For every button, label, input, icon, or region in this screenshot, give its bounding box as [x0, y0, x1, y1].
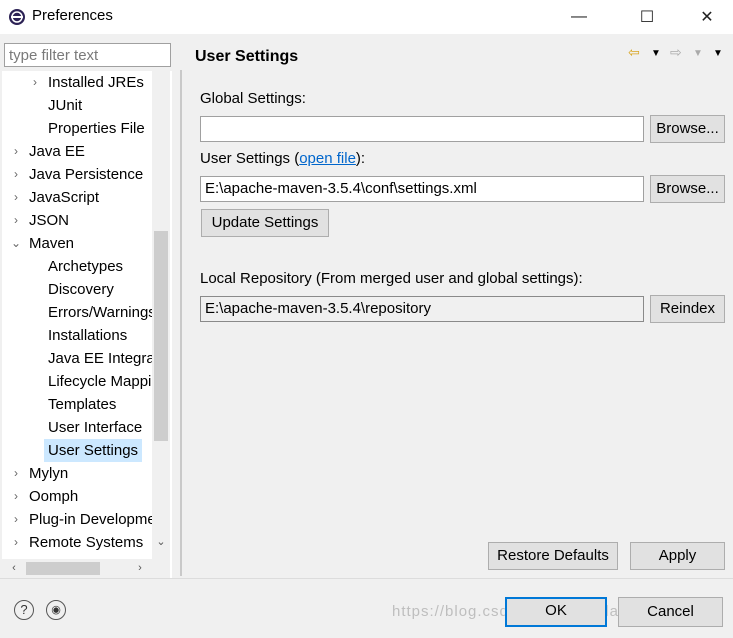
forward-menu-chevron-icon[interactable]: ▼	[693, 48, 703, 59]
collapsed-chevron-icon[interactable]: ›	[10, 209, 22, 232]
tree-item[interactable]: Installations	[2, 324, 152, 347]
filter-input[interactable]	[4, 43, 171, 67]
collapsed-chevron-icon[interactable]: ›	[10, 186, 22, 209]
tree-item-label: Archetypes	[48, 258, 124, 275]
collapsed-chevron-icon[interactable]: ›	[10, 508, 22, 531]
help-icon[interactable]: ?	[14, 600, 34, 620]
tree-item[interactable]: › JavaScript	[2, 186, 152, 209]
scroll-right-arrow-icon[interactable]: ›	[132, 559, 148, 577]
collapsed-chevron-icon[interactable]: ›	[10, 485, 22, 508]
user-settings-label: User Settings (open file):	[200, 150, 365, 167]
tree-item-label: JavaScript	[29, 189, 100, 206]
tree-item-label: Oomph	[29, 488, 79, 505]
user-settings-input[interactable]: E:\apache-maven-3.5.4\conf\settings.xml	[200, 176, 644, 202]
tree-item[interactable]: Lifecycle Mappings	[2, 370, 152, 393]
reindex-button[interactable]: Reindex	[650, 295, 725, 323]
collapsed-chevron-icon[interactable]: ›	[10, 140, 22, 163]
back-menu-chevron-icon[interactable]: ▼	[651, 48, 661, 59]
tree-item[interactable]: User Settings	[2, 439, 152, 462]
collapsed-chevron-icon[interactable]: ›	[10, 531, 22, 554]
tree-item[interactable]: › Installed JREs	[2, 71, 152, 94]
update-settings-button[interactable]: Update Settings	[201, 209, 329, 237]
tree-item[interactable]: › Java Persistence	[2, 163, 152, 186]
user-settings-label-suffix: ):	[355, 150, 366, 167]
global-browse-button[interactable]: Browse...	[650, 115, 725, 143]
expanded-chevron-icon[interactable]: ⌄	[10, 232, 22, 255]
tree-item[interactable]: Archetypes	[2, 255, 152, 278]
scroll-left-arrow-icon[interactable]: ‹	[6, 559, 22, 577]
back-arrow-icon[interactable]: ⇦	[628, 44, 640, 61]
collapsed-chevron-icon[interactable]: ›	[10, 462, 22, 485]
ok-button[interactable]: OK	[505, 597, 607, 627]
user-browse-button[interactable]: Browse...	[650, 175, 725, 203]
tree-item[interactable]: › Oomph	[2, 485, 152, 508]
tree-item[interactable]: › Mylyn	[2, 462, 152, 485]
tree-item-label: Discovery	[48, 281, 114, 298]
restore-defaults-button[interactable]: Restore Defaults	[488, 542, 618, 570]
view-menu-icon[interactable]: ▼	[713, 48, 723, 59]
vertical-scroll-thumb[interactable]	[154, 231, 168, 441]
minimize-icon[interactable]: —	[556, 0, 602, 34]
tree-item[interactable]: › JSON	[2, 209, 152, 232]
tree-item-label: Properties File	[48, 120, 145, 137]
import-export-icon[interactable]: ◉	[46, 600, 66, 620]
cancel-button[interactable]: Cancel	[618, 597, 723, 627]
tree-item-label: Maven	[29, 235, 75, 252]
tree-item[interactable]: Errors/Warnings	[2, 301, 152, 324]
preferences-tree: › Installed JREs JUnit Properties File › Java…	[2, 71, 172, 578]
maximize-icon[interactable]: ☐	[624, 0, 670, 34]
tree-item-label: Java EE Integration	[48, 350, 152, 367]
apply-button[interactable]: Apply	[630, 542, 725, 570]
tree-item[interactable]: JUnit	[2, 94, 152, 117]
global-settings-input[interactable]	[200, 116, 644, 142]
tree-item-label: Java Persistence	[29, 166, 144, 183]
eclipse-icon	[9, 9, 25, 25]
footer-separator	[0, 578, 733, 579]
tree-item-label: Errors/Warnings	[48, 304, 152, 321]
tree-item[interactable]: › Plug-in Development	[2, 508, 152, 531]
tree-item[interactable]: Properties File	[2, 117, 152, 140]
tree-item-label: Lifecycle Mappings	[48, 373, 152, 390]
window-title: Preferences	[32, 7, 113, 24]
tree-item-label: Templates	[48, 396, 117, 413]
open-file-link[interactable]: open file	[299, 150, 356, 167]
tree-item[interactable]: User Interface	[2, 416, 152, 439]
tree-item[interactable]: › Remote Systems	[2, 531, 152, 554]
sash-divider[interactable]	[180, 70, 182, 576]
title-bar: Preferences — ☐ ✕	[0, 0, 733, 34]
tree-item-label: User Interface	[48, 419, 143, 436]
page-title: User Settings	[195, 48, 299, 65]
horizontal-scroll-thumb[interactable]	[26, 562, 100, 575]
tree-item[interactable]: Templates	[2, 393, 152, 416]
local-repository-label: Local Repository (From merged user and g…	[200, 270, 583, 287]
tree-item-label: User Settings	[44, 439, 143, 462]
tree-item-label: Plug-in Development	[29, 511, 152, 528]
collapsed-chevron-icon[interactable]: ›	[29, 71, 41, 94]
tree-item[interactable]: Java EE Integration	[2, 347, 152, 370]
local-repository-field: E:\apache-maven-3.5.4\repository	[200, 296, 644, 322]
user-settings-label-text: User Settings (	[200, 150, 300, 167]
scroll-down-arrow-icon[interactable]: ⌄	[153, 533, 169, 551]
close-icon[interactable]: ✕	[684, 0, 730, 34]
tree-item-label: Java EE	[29, 143, 85, 160]
tree-item-label: Mylyn	[29, 465, 69, 482]
tree-item[interactable]: › Java EE	[2, 140, 152, 163]
tree-item-label: Remote Systems	[29, 534, 144, 551]
tree-item-label: JUnit	[48, 97, 83, 114]
collapsed-chevron-icon[interactable]: ›	[10, 163, 22, 186]
forward-arrow-icon[interactable]: ⇨	[670, 44, 682, 61]
tree-item-label: Installations	[48, 327, 128, 344]
tree-item[interactable]: Discovery	[2, 278, 152, 301]
global-settings-label: Global Settings:	[200, 90, 306, 107]
tree-item-label: Installed JREs	[48, 74, 144, 91]
tree-item[interactable]: ⌄ Maven	[2, 232, 152, 255]
tree-item-label: JSON	[29, 212, 70, 229]
